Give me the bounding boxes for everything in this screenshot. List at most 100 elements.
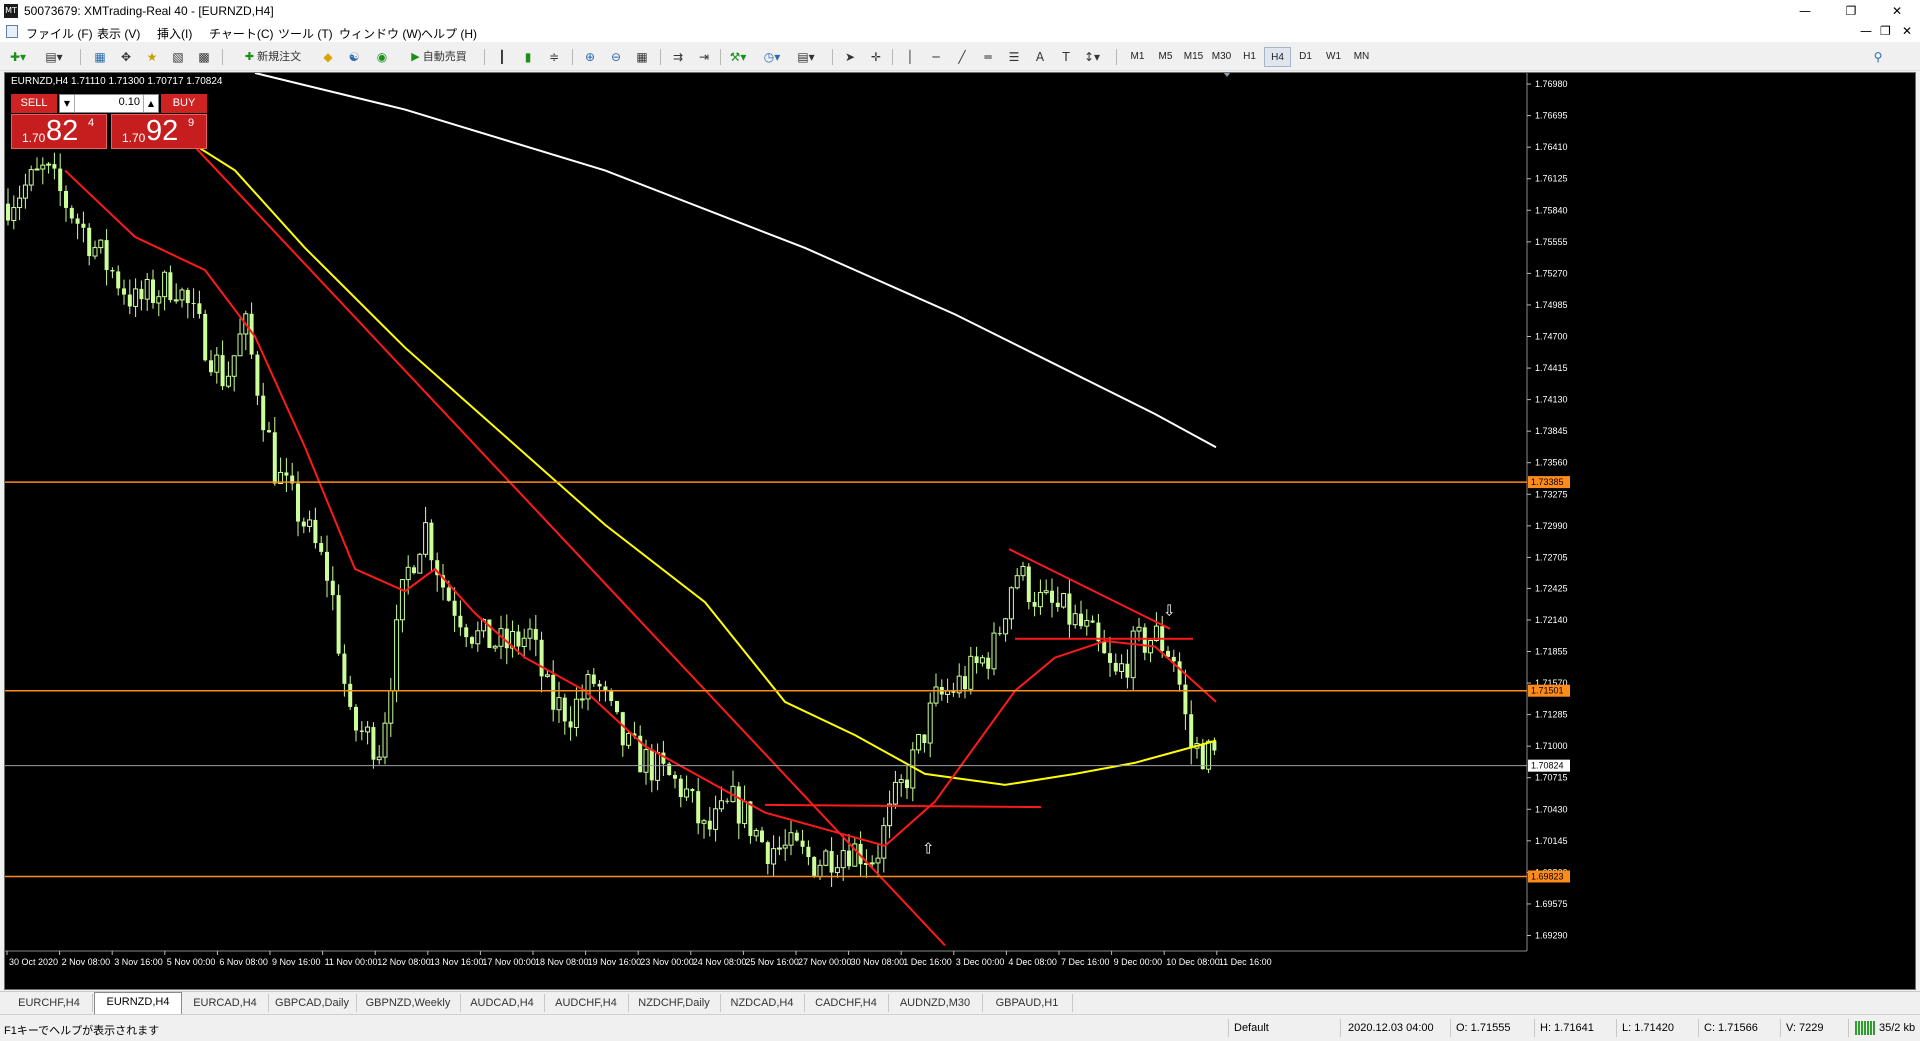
- cursor-icon[interactable]: ➤: [840, 47, 860, 67]
- market-watch-icon[interactable]: ▦: [90, 47, 110, 67]
- horizontal-line-icon[interactable]: ─: [926, 47, 946, 67]
- search-icon[interactable]: ⚲: [1868, 47, 1888, 67]
- signals-icon[interactable]: ☯: [344, 47, 364, 67]
- menu-file[interactable]: ファイル (F): [26, 25, 93, 42]
- sell-price-box[interactable]: 1.70 82 4: [11, 114, 107, 149]
- text-icon[interactable]: A: [1030, 47, 1050, 67]
- periods-icon[interactable]: ◷▾: [762, 47, 782, 67]
- timeframe-m30[interactable]: M30: [1208, 47, 1235, 67]
- text-label-icon[interactable]: T: [1056, 47, 1076, 67]
- vertical-line-icon[interactable]: │: [900, 47, 920, 67]
- timeframe-m5[interactable]: M5: [1152, 47, 1179, 67]
- autoscroll-icon[interactable]: ⇉: [668, 47, 688, 67]
- buy-price-box[interactable]: 1.70 92 9: [111, 114, 207, 149]
- line-chart-icon[interactable]: ≑: [544, 47, 564, 67]
- lot-size-input[interactable]: ▼ 0.10 ▲: [59, 94, 159, 113]
- chart-tab[interactable]: GBPNZD,Weekly: [356, 994, 461, 1012]
- zoom-out-icon[interactable]: ⊖: [606, 47, 626, 67]
- menu-chart[interactable]: チャート(C): [209, 25, 274, 42]
- zoom-in-icon[interactable]: ⊕: [580, 47, 600, 67]
- timeframe-mn[interactable]: MN: [1348, 47, 1375, 67]
- menu-view[interactable]: 表示 (V): [97, 25, 140, 42]
- menu-bar: ファイル (F) 表示 (V) 挿入(I) チャート(C) ツール (T) ウィ…: [0, 22, 1920, 42]
- candle-body-down: [760, 830, 764, 843]
- chart-tab[interactable]: AUDCHF,H4: [544, 994, 629, 1012]
- candle-body-down: [470, 637, 474, 644]
- lot-dropdown-icon[interactable]: ▼: [60, 95, 75, 112]
- price-chart[interactable]: 1.76980 1.76695 1.76410 1.76125 1.75840 1.755…: [5, 73, 1915, 989]
- candle-body-down: [313, 519, 318, 544]
- time-tick-label: 3 Nov 16:00: [114, 957, 163, 967]
- child-restore-icon[interactable]: ❐: [1880, 24, 1891, 38]
- profiles-icon[interactable]: ▤▾: [44, 47, 64, 67]
- new-order-button[interactable]: ✚ 新規注文: [232, 47, 314, 67]
- tile-windows-icon[interactable]: ▦: [632, 47, 652, 67]
- chart-window[interactable]: 1.76980 1.76695 1.76410 1.76125 1.75840 1.755…: [4, 72, 1916, 990]
- chart-tab[interactable]: EURCHF,H4: [6, 994, 93, 1012]
- timeframe-d1[interactable]: D1: [1292, 47, 1319, 67]
- chart-tab[interactable]: NZDCHF,Daily: [628, 994, 721, 1012]
- trendline-icon[interactable]: ╱: [952, 47, 972, 67]
- templates-icon[interactable]: ▤▾: [796, 47, 816, 67]
- chart-tab[interactable]: AUDNZD,M30: [888, 994, 983, 1012]
- resistance-trendline: [1008, 548, 1171, 630]
- child-close-icon[interactable]: ✕: [1902, 24, 1912, 38]
- metaeditor-icon[interactable]: ◆: [318, 47, 338, 67]
- chart-tab[interactable]: NZDCAD,H4: [720, 994, 805, 1012]
- candle-body-down: [609, 690, 614, 701]
- timeframe-m1[interactable]: M1: [1124, 47, 1151, 67]
- timeframe-h1[interactable]: H1: [1236, 47, 1263, 67]
- down-arrow-icon: ⇩: [1163, 602, 1176, 620]
- document-icon[interactable]: [6, 25, 18, 38]
- chart-tab[interactable]: AUDCAD,H4: [460, 994, 545, 1012]
- menu-tools[interactable]: ツール (T): [278, 25, 333, 42]
- one-click-trading-panel: SELL ▼ 0.10 ▲ BUY 1.70 82 4 1.70 92 9: [11, 94, 207, 149]
- menu-window[interactable]: ウィンドウ (W): [339, 25, 422, 42]
- child-minimize-icon[interactable]: —: [1860, 24, 1872, 38]
- restore-button[interactable]: ❐: [1828, 0, 1874, 22]
- chart-tab[interactable]: GBPCAD,Daily: [268, 994, 357, 1012]
- indicators-icon[interactable]: ⚒▾: [728, 47, 748, 67]
- chart-tab[interactable]: CADCHF,H4: [804, 994, 889, 1012]
- price-tick-label: 1.71285: [1535, 710, 1568, 720]
- timeframe-w1[interactable]: W1: [1320, 47, 1347, 67]
- timeframe-h4[interactable]: H4: [1264, 47, 1291, 67]
- candle-body-down: [296, 483, 300, 522]
- menu-help[interactable]: ヘルプ (H): [421, 25, 477, 42]
- navigator-icon[interactable]: ★: [142, 47, 162, 67]
- new-chart-icon[interactable]: ✚▾: [8, 47, 28, 67]
- chart-tab-active[interactable]: EURNZD,H4: [94, 992, 182, 1014]
- fibonacci-icon[interactable]: ☰: [1004, 47, 1024, 67]
- chart-tab[interactable]: EURCAD,H4: [182, 994, 269, 1012]
- minimize-button[interactable]: —: [1782, 0, 1828, 22]
- candle-body-down: [748, 801, 753, 836]
- lot-up-icon[interactable]: ▲: [143, 95, 158, 112]
- auto-trading-button[interactable]: ▶ 自動売買: [400, 47, 478, 67]
- candlestick-icon[interactable]: ▮: [518, 47, 538, 67]
- sell-button[interactable]: SELL: [11, 94, 57, 113]
- market-icon[interactable]: ◉: [372, 47, 392, 67]
- buy-price-prefix: 1.70: [122, 131, 146, 145]
- bar-chart-icon[interactable]: ┃: [492, 47, 512, 67]
- ma-slow-line: [254, 73, 1217, 449]
- timeframe-m15[interactable]: M15: [1180, 47, 1207, 67]
- time-tick-label: 27 Nov 00:00: [798, 957, 852, 967]
- crosshair-icon[interactable]: ✛: [866, 47, 886, 67]
- strategy-tester-icon[interactable]: ▩: [194, 47, 214, 67]
- chart-shift-icon[interactable]: ⇥: [694, 47, 714, 67]
- candle-body-up: [1020, 565, 1026, 577]
- time-tick-label: 9 Dec 00:00: [1114, 957, 1163, 967]
- chart-shift-marker: [1223, 73, 1231, 77]
- terminal-icon[interactable]: ▧: [168, 47, 188, 67]
- candle-body-up: [776, 847, 782, 850]
- channel-icon[interactable]: ═: [978, 47, 998, 67]
- lot-value[interactable]: 0.10: [76, 96, 140, 108]
- chart-tab[interactable]: GBPAUD,H1: [982, 994, 1073, 1012]
- close-button[interactable]: ✕: [1874, 0, 1920, 22]
- candle-body-up: [742, 800, 748, 825]
- data-window-icon[interactable]: ✥: [116, 47, 136, 67]
- menu-insert[interactable]: 挿入(I): [157, 25, 192, 42]
- candle-body-down: [110, 270, 115, 272]
- arrows-icon[interactable]: ↕▾: [1082, 47, 1102, 67]
- buy-button[interactable]: BUY: [161, 94, 207, 113]
